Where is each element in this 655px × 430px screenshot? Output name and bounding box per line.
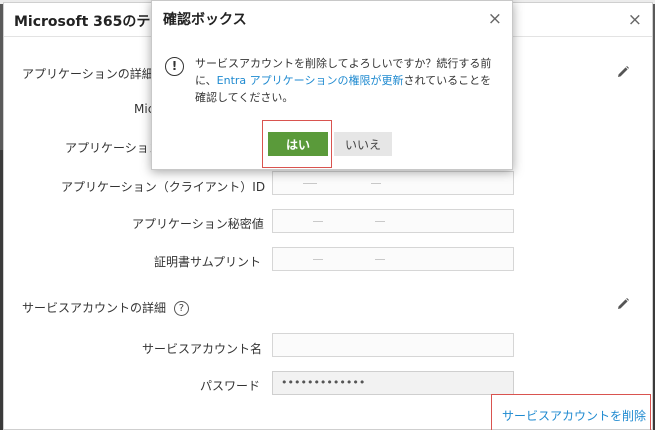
field-label-account: サービスアカウント名 xyxy=(142,342,263,356)
secret-field[interactable] xyxy=(272,209,514,233)
field-label-thumbprint: 証明書サムプリント xyxy=(154,255,262,269)
no-button[interactable]: いいえ xyxy=(334,132,392,156)
delete-service-account-link[interactable]: サービスアカウントを削除 xyxy=(502,407,646,424)
thumbprint-field[interactable] xyxy=(272,247,514,271)
svc-section-title: サービスアカウントの詳細 ? xyxy=(22,299,189,316)
app-section-title-text: アプリケーションの詳細（ xyxy=(22,67,166,81)
close-icon[interactable]: × xyxy=(628,10,642,30)
account-name-field[interactable] xyxy=(272,333,514,357)
masked-value xyxy=(375,259,385,260)
confirm-dialog: 確認ボックス × ! サービスアカウントを削除してよろしいですか？続行する前に、… xyxy=(151,0,513,170)
app-section-title: アプリケーションの詳細（ xyxy=(22,65,166,82)
confirm-dialog-title: 確認ボックス xyxy=(163,12,247,28)
field-label-secret: アプリケーション秘密値 xyxy=(132,217,264,231)
yes-button[interactable]: はい xyxy=(268,132,328,156)
masked-value xyxy=(313,259,323,260)
entra-permission-link[interactable]: Entra アプリケーションの権限が更新 xyxy=(217,74,404,87)
pencil-icon[interactable] xyxy=(616,297,630,311)
confirm-dialog-header: 確認ボックス × xyxy=(152,1,512,35)
svc-section-title-text: サービスアカウントの詳細 xyxy=(22,301,167,315)
close-icon[interactable]: × xyxy=(488,9,502,29)
field-label-client-id: アプリケーション（クライアント）ID xyxy=(61,180,266,194)
password-field[interactable]: ••••••••••••• xyxy=(272,371,514,395)
masked-value xyxy=(371,183,381,184)
masked-value xyxy=(303,183,317,184)
pencil-icon[interactable] xyxy=(616,65,630,79)
field-label-password: パスワード xyxy=(200,379,261,393)
help-icon[interactable]: ? xyxy=(173,301,189,316)
warning-icon: ! xyxy=(165,57,184,76)
client-id-field[interactable] xyxy=(272,171,514,195)
masked-value xyxy=(375,221,385,222)
field-label-app: アプリケーション xyxy=(65,141,161,155)
confirm-message: サービスアカウントを削除してよろしいですか？続行する前に、Entra アプリケー… xyxy=(195,55,501,106)
masked-value xyxy=(313,221,323,222)
